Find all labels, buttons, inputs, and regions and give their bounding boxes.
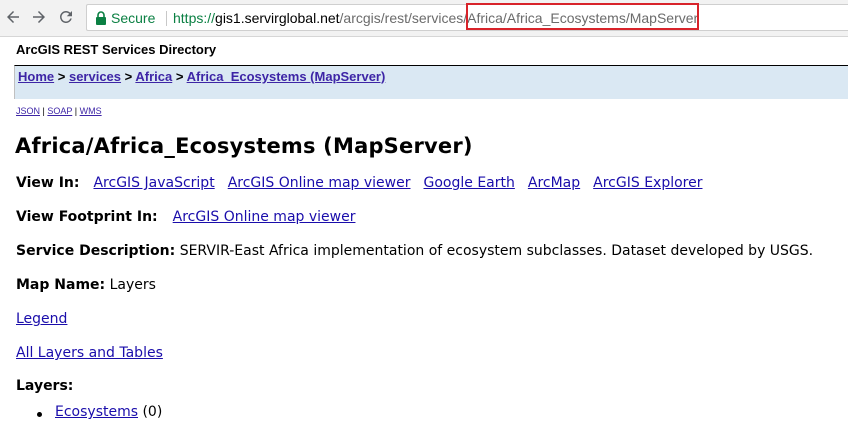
url-host: gis1.servirglobal.net (215, 10, 340, 26)
page-title: Africa/Africa_Ecosystems (MapServer) (15, 134, 473, 158)
view-in-arcgis-javascript-link[interactable]: ArcGIS JavaScript (93, 175, 214, 191)
legend-link[interactable]: Legend (16, 311, 67, 327)
view-footprint-arcgis-online-link[interactable]: ArcGIS Online map viewer (173, 209, 356, 225)
service-description-value: SERVIR-East Africa implementation of eco… (179, 243, 814, 259)
reload-button[interactable] (55, 6, 77, 28)
format-separator: | (42, 106, 45, 116)
service-description-row: Service Description: SERVIR-East Africa … (16, 243, 813, 259)
view-in-row: View In: ArcGIS JavaScript ArcGIS Online m… (16, 175, 702, 191)
layer-id: (0) (142, 404, 163, 420)
directory-title: ArcGIS REST Services Directory (16, 42, 217, 57)
format-links: JSON | SOAP | WMS (16, 106, 102, 116)
service-description-label: Service Description: (16, 243, 176, 259)
forward-arrow-icon (33, 11, 45, 23)
view-in-arcgis-online-link[interactable]: ArcGIS Online map viewer (228, 175, 411, 191)
wms-link[interactable]: WMS (80, 106, 102, 116)
breadcrumb-services-link[interactable]: services (69, 69, 121, 84)
secure-label: Secure (111, 10, 156, 26)
url-text[interactable]: https://gis1.servirglobal.net/arcgis/res… (173, 5, 698, 32)
view-footprint-row: View Footprint In: ArcGIS Online map view… (16, 209, 355, 225)
address-separator (166, 11, 167, 26)
breadcrumb-africa-link[interactable]: Africa (135, 69, 172, 84)
layers-label: Layers: (16, 378, 74, 394)
view-in-google-earth-link[interactable]: Google Earth (424, 175, 515, 191)
breadcrumb-separator: > (124, 69, 133, 84)
view-in-label: View In: (16, 175, 80, 191)
map-name-row: Map Name: Layers (16, 277, 156, 293)
breadcrumb: Home > services > Africa > Africa_Ecosys… (14, 65, 848, 99)
forward-button[interactable] (28, 6, 50, 28)
format-separator: | (74, 106, 78, 116)
map-name-label: Map Name: (16, 277, 106, 293)
breadcrumb-current-link[interactable]: Africa_Ecosystems (MapServer) (187, 69, 386, 84)
all-layers-row: All Layers and Tables (16, 345, 163, 361)
list-item: Ecosystems (0) (16, 404, 162, 420)
reload-icon (59, 10, 72, 23)
view-footprint-label: View Footprint In: (16, 209, 158, 225)
url-path: /arcgis/rest/services/Africa/Africa_Ecos… (339, 10, 699, 26)
url-scheme: https:// (173, 10, 216, 26)
back-arrow-icon (7, 11, 19, 23)
view-in-arcmap-link[interactable]: ArcMap (528, 175, 580, 191)
json-link[interactable]: JSON (16, 106, 40, 116)
address-bar[interactable]: Secure https://gis1.servirglobal.net/arc… (86, 4, 848, 31)
soap-link[interactable]: SOAP (47, 106, 72, 116)
lock-icon (96, 11, 106, 25)
layers-list: Ecosystems (0) (16, 404, 162, 420)
breadcrumb-separator: > (175, 69, 184, 84)
layers-heading-row: Layers: (16, 378, 73, 394)
legend-row: Legend (16, 311, 67, 327)
back-button[interactable] (2, 6, 24, 28)
all-layers-and-tables-link[interactable]: All Layers and Tables (16, 345, 163, 361)
breadcrumb-separator: > (57, 69, 66, 84)
layer-ecosystems-link[interactable]: Ecosystems (55, 404, 138, 420)
browser-toolbar: Secure https://gis1.servirglobal.net/arc… (0, 0, 848, 37)
map-name-value: Layers (109, 277, 156, 293)
breadcrumb-home-link[interactable]: Home (18, 69, 54, 84)
view-in-arcgis-explorer-link[interactable]: ArcGIS Explorer (593, 175, 702, 191)
